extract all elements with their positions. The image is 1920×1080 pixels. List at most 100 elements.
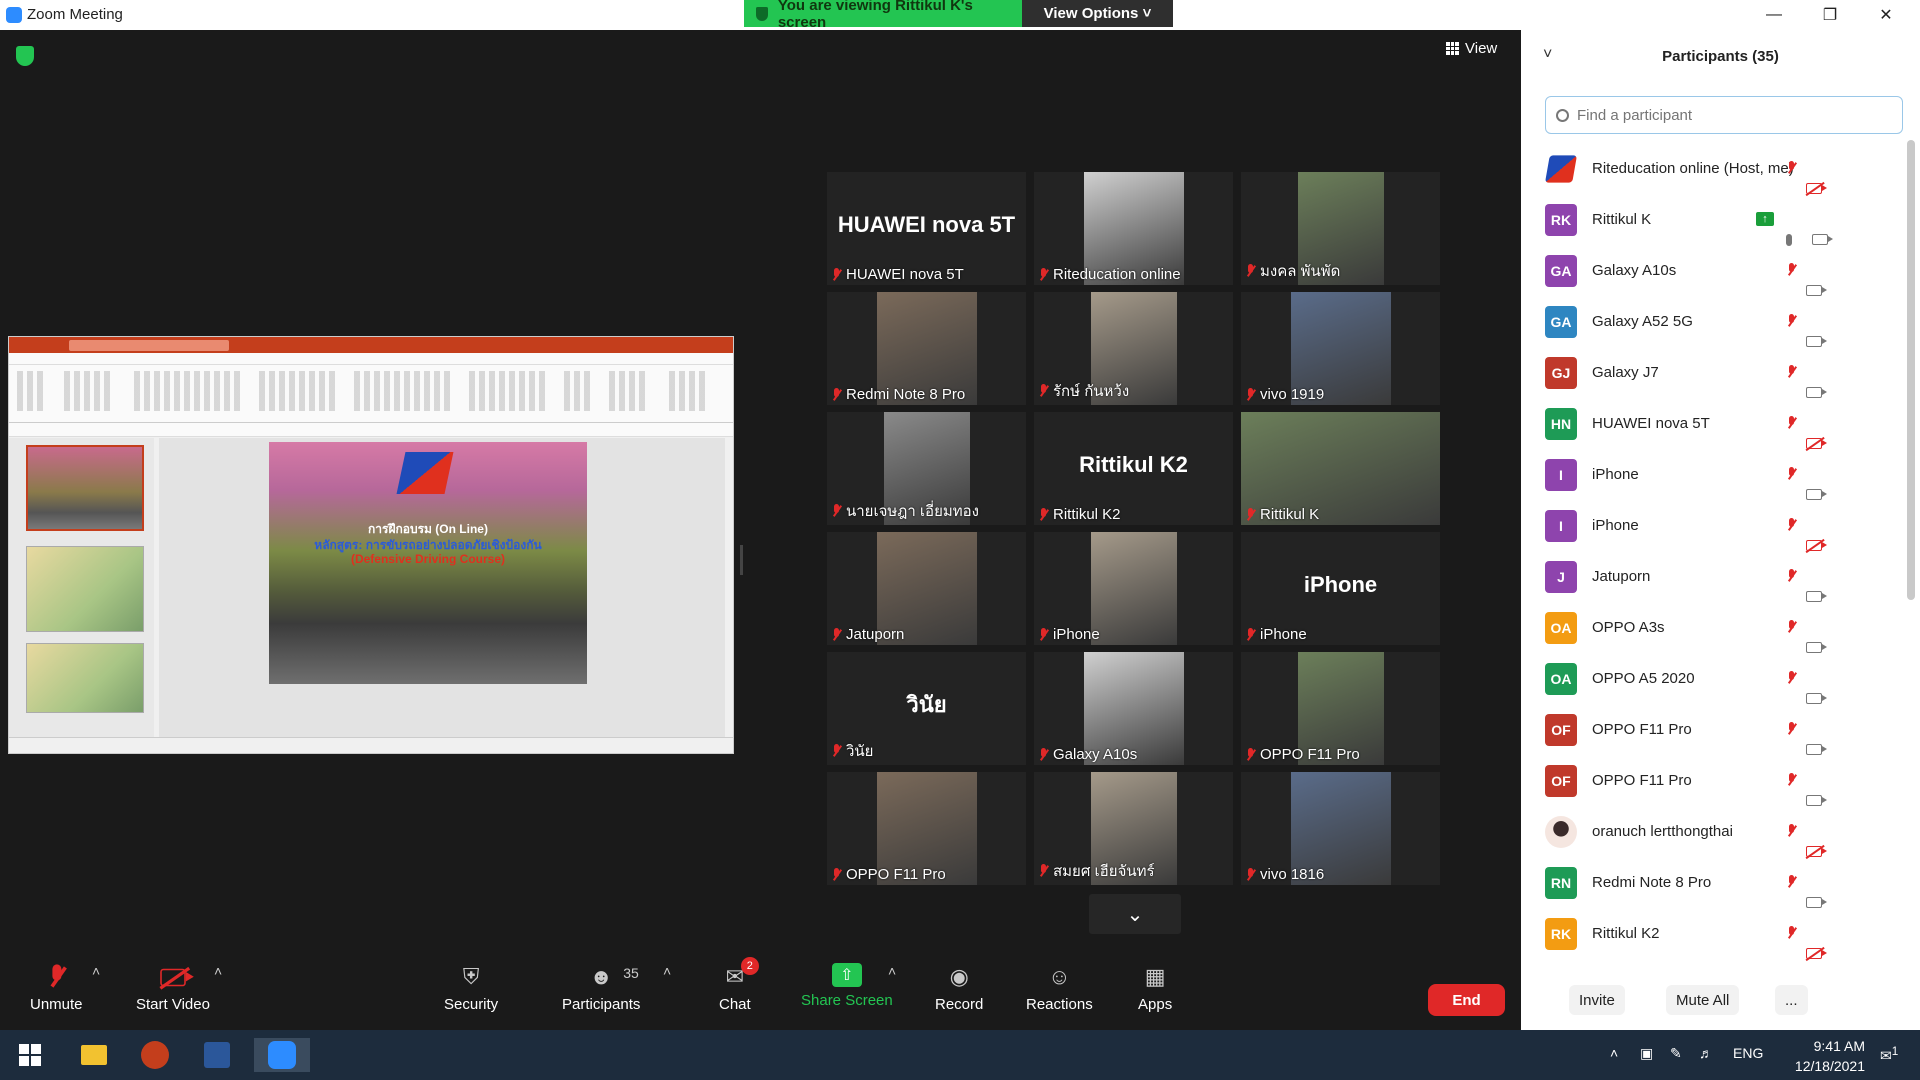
mic-muted-icon[interactable] <box>1786 314 1796 328</box>
participant-row[interactable]: GA Galaxy A52 5G <box>1521 296 1906 347</box>
share-screen-button[interactable]: ⇧ Share Screen <box>801 963 893 1009</box>
split-drag-handle[interactable] <box>740 545 743 575</box>
taskbar-clock[interactable]: 9:41 AM 12/18/2021 <box>1765 1036 1865 1076</box>
video-tile[interactable]: OPPO F11 Pro <box>1241 652 1440 765</box>
mic-muted-icon[interactable] <box>1786 416 1796 430</box>
video-tile[interactable]: Jatuporn <box>827 532 1026 645</box>
video-icon[interactable] <box>1806 795 1827 806</box>
participant-row[interactable]: OF OPPO F11 Pro <box>1521 704 1906 755</box>
participant-row[interactable]: RN Redmi Note 8 Pro <box>1521 857 1906 908</box>
video-tile[interactable]: iPhone iPhone <box>1241 532 1440 645</box>
shared-screen[interactable]: การฝึกอบรม (On Line) หลักสูตร: การขับรถอ… <box>8 336 734 754</box>
audio-options-caret[interactable]: ˄ <box>92 963 100 979</box>
encryption-shield-icon[interactable] <box>16 46 34 66</box>
participant-row[interactable]: HN HUAWEI nova 5T <box>1521 398 1906 449</box>
view-options-button[interactable]: View Options ˅ <box>1022 0 1173 27</box>
video-tile[interactable]: Rittikul K <box>1241 412 1440 525</box>
video-icon[interactable] <box>1806 489 1827 500</box>
participant-row[interactable]: OA OPPO A3s <box>1521 602 1906 653</box>
panel-scrollbar[interactable] <box>1907 140 1915 600</box>
mic-muted-icon[interactable] <box>1786 773 1796 787</box>
view-button[interactable]: View <box>1446 40 1497 57</box>
mute-all-button[interactable]: Mute All <box>1666 985 1740 1015</box>
video-off-icon[interactable] <box>1806 540 1827 551</box>
start-video-button[interactable]: Start Video <box>136 963 210 1013</box>
video-icon[interactable] <box>1806 897 1827 908</box>
video-tile[interactable]: Galaxy A10s <box>1034 652 1233 765</box>
mic-muted-icon[interactable] <box>1786 467 1796 481</box>
participant-row[interactable]: oranuch lertthongthai <box>1521 806 1906 857</box>
security-button[interactable]: ⛨ Security <box>444 963 498 1013</box>
unmute-button[interactable]: Unmute <box>30 963 83 1013</box>
video-tile[interactable]: นายเจษฎา เอี่ยมทอง <box>827 412 1026 525</box>
video-icon[interactable] <box>1806 693 1827 704</box>
gallery-next-page-button[interactable]: ⌄ <box>1089 894 1181 934</box>
windows-start-icon[interactable] <box>12 1038 48 1072</box>
minimize-button[interactable]: — <box>1746 0 1802 30</box>
end-meeting-button[interactable]: End <box>1428 984 1505 1016</box>
network-icon[interactable]: ▣ <box>1640 1045 1653 1062</box>
video-tile[interactable]: วินัย วินัย <box>827 652 1026 765</box>
mic-muted-icon[interactable] <box>1786 824 1796 838</box>
record-button[interactable]: ◉ Record <box>935 963 983 1013</box>
video-tile[interactable]: รักษ์ กันหว้ง <box>1034 292 1233 405</box>
participant-row[interactable]: OA OPPO A5 2020 <box>1521 653 1906 704</box>
video-tile[interactable]: iPhone <box>1034 532 1233 645</box>
video-tile[interactable]: vivo 1919 <box>1241 292 1440 405</box>
participant-row[interactable]: RK Rittikul K2 <box>1521 908 1906 959</box>
video-icon[interactable] <box>1812 234 1833 245</box>
participants-button[interactable]: ☻ 35 Participants <box>562 963 640 1013</box>
restore-button[interactable]: ❐ <box>1802 0 1858 30</box>
video-tile[interactable]: Rittikul K2 Rittikul K2 <box>1034 412 1233 525</box>
video-options-caret[interactable]: ˄ <box>214 963 222 979</box>
close-button[interactable]: ✕ <box>1858 0 1914 30</box>
tray-overflow-icon[interactable]: ˄ <box>1610 1045 1618 1061</box>
mic-muted-icon[interactable] <box>1786 875 1796 889</box>
mic-muted-icon[interactable] <box>1786 161 1796 175</box>
participant-search-input[interactable] <box>1577 106 1877 124</box>
video-icon[interactable] <box>1806 285 1827 296</box>
video-tile[interactable]: vivo 1816 <box>1241 772 1440 885</box>
mic-muted-icon[interactable] <box>1786 722 1796 736</box>
volume-icon[interactable]: ♬ <box>1699 1045 1713 1061</box>
video-tile[interactable]: OPPO F11 Pro <box>827 772 1026 885</box>
video-tile[interactable]: Redmi Note 8 Pro <box>827 292 1026 405</box>
more-button[interactable]: ... <box>1775 985 1808 1015</box>
video-tile[interactable]: สมยศ เฮียจันทร์ <box>1034 772 1233 885</box>
participant-row[interactable]: Riteducation online (Host, me) <box>1521 143 1906 194</box>
participant-row[interactable]: IiPhone <box>1521 500 1906 551</box>
mic-muted-icon[interactable] <box>1786 569 1796 583</box>
file-explorer-icon[interactable] <box>76 1038 112 1072</box>
video-off-icon[interactable] <box>1806 948 1827 959</box>
video-off-icon[interactable] <box>1806 846 1827 857</box>
participant-search[interactable] <box>1545 96 1903 134</box>
video-icon[interactable] <box>1806 387 1827 398</box>
notifications-icon[interactable]: ✉1 <box>1880 1045 1898 1065</box>
video-icon[interactable] <box>1806 744 1827 755</box>
invite-button[interactable]: Invite <box>1569 985 1625 1015</box>
participant-row[interactable]: J Jatuporn <box>1521 551 1906 602</box>
video-icon[interactable] <box>1806 591 1827 602</box>
mic-muted-icon[interactable] <box>1786 263 1796 277</box>
video-icon[interactable] <box>1806 336 1827 347</box>
mic-muted-icon[interactable] <box>1786 926 1796 940</box>
participant-row[interactable]: RK Rittikul K ↑ <box>1521 194 1906 246</box>
powerpoint-icon[interactable] <box>137 1038 173 1072</box>
video-tile[interactable]: Riteducation online <box>1034 172 1233 285</box>
participant-row[interactable]: IiPhone <box>1521 449 1906 500</box>
zoom-taskbar-icon[interactable] <box>254 1038 310 1072</box>
mic-muted-icon[interactable] <box>1786 671 1796 685</box>
mic-icon[interactable] <box>1786 233 1792 246</box>
participant-row[interactable]: GJ Galaxy J7 <box>1521 347 1906 398</box>
participant-row[interactable]: GA Galaxy A10s <box>1521 245 1906 296</box>
apps-button[interactable]: ▦ Apps <box>1138 963 1172 1013</box>
video-off-icon[interactable] <box>1806 183 1827 194</box>
input-method-icon[interactable]: ✎ <box>1670 1045 1682 1062</box>
language-indicator[interactable]: ENG <box>1733 1045 1763 1061</box>
share-options-caret[interactable]: ˄ <box>888 963 896 979</box>
video-tile[interactable]: มงคล พันพัด <box>1241 172 1440 285</box>
chat-button[interactable]: ✉ 2 Chat <box>719 957 759 1013</box>
mic-muted-icon[interactable] <box>1786 365 1796 379</box>
word-icon[interactable] <box>199 1038 235 1072</box>
video-icon[interactable] <box>1806 642 1827 653</box>
